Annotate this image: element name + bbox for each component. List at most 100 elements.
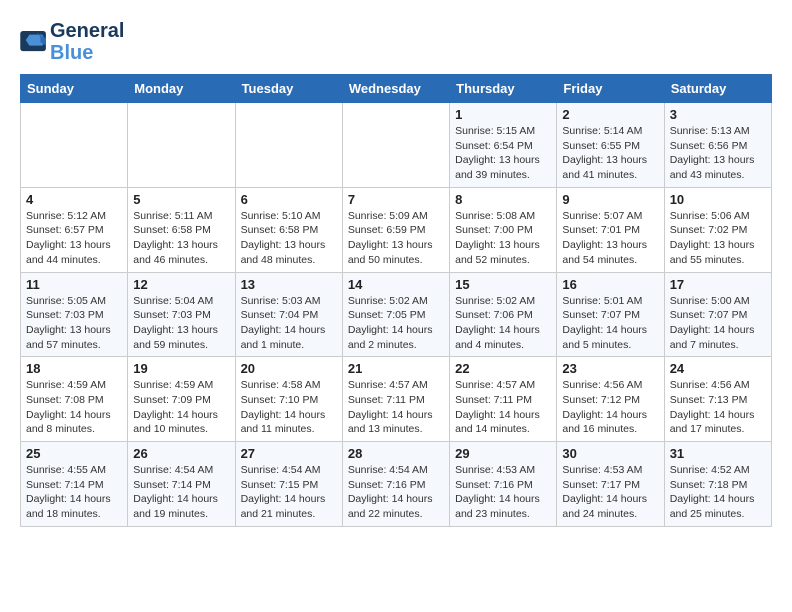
day-number: 4 bbox=[26, 192, 122, 207]
calendar-cell: 26Sunrise: 4:54 AM Sunset: 7:14 PM Dayli… bbox=[128, 442, 235, 527]
day-info: Sunrise: 4:54 AM Sunset: 7:15 PM Dayligh… bbox=[241, 463, 337, 522]
day-number: 2 bbox=[562, 107, 658, 122]
calendar-cell bbox=[235, 103, 342, 188]
calendar-body: 1 Sunrise: 5:15 AM Sunset: 6:54 PM Daylig… bbox=[21, 103, 772, 527]
day-info: Sunrise: 4:59 AM Sunset: 7:08 PM Dayligh… bbox=[26, 378, 122, 437]
day-info: Sunrise: 5:13 AM Sunset: 6:56 PM Dayligh… bbox=[670, 124, 766, 183]
day-info: Sunrise: 4:57 AM Sunset: 7:11 PM Dayligh… bbox=[348, 378, 444, 437]
day-info: Sunrise: 5:05 AM Sunset: 7:03 PM Dayligh… bbox=[26, 294, 122, 353]
calendar-table: SundayMondayTuesdayWednesdayThursdayFrid… bbox=[20, 74, 772, 527]
day-number: 13 bbox=[241, 277, 337, 292]
day-info: Sunrise: 4:53 AM Sunset: 7:17 PM Dayligh… bbox=[562, 463, 658, 522]
day-number: 22 bbox=[455, 361, 551, 376]
day-info: Sunrise: 5:08 AM Sunset: 7:00 PM Dayligh… bbox=[455, 209, 551, 268]
day-number: 24 bbox=[670, 361, 766, 376]
calendar-cell: 12 Sunrise: 5:04 AM Sunset: 7:03 PM Dayli… bbox=[128, 272, 235, 357]
calendar-cell: 20 Sunrise: 4:58 AM Sunset: 7:10 PM Dayli… bbox=[235, 357, 342, 442]
calendar-row: 1 Sunrise: 5:15 AM Sunset: 6:54 PM Daylig… bbox=[21, 103, 772, 188]
day-info: Sunrise: 4:52 AM Sunset: 7:18 PM Dayligh… bbox=[670, 463, 766, 522]
day-number: 6 bbox=[241, 192, 337, 207]
day-number: 1 bbox=[455, 107, 551, 122]
day-number: 15 bbox=[455, 277, 551, 292]
calendar-cell: 3Sunrise: 5:13 AM Sunset: 6:56 PM Daylig… bbox=[664, 103, 771, 188]
day-number: 31 bbox=[670, 446, 766, 461]
day-info: Sunrise: 4:57 AM Sunset: 7:11 PM Dayligh… bbox=[455, 378, 551, 437]
day-number: 26 bbox=[133, 446, 229, 461]
day-info: Sunrise: 5:04 AM Sunset: 7:03 PM Dayligh… bbox=[133, 294, 229, 353]
calendar-cell bbox=[342, 103, 449, 188]
calendar-cell: 17Sunrise: 5:00 AM Sunset: 7:07 PM Dayli… bbox=[664, 272, 771, 357]
day-number: 8 bbox=[455, 192, 551, 207]
calendar-cell: 4 Sunrise: 5:12 AM Sunset: 6:57 PM Daylig… bbox=[21, 187, 128, 272]
day-info: Sunrise: 4:56 AM Sunset: 7:13 PM Dayligh… bbox=[670, 378, 766, 437]
day-number: 30 bbox=[562, 446, 658, 461]
day-number: 18 bbox=[26, 361, 122, 376]
day-info: Sunrise: 4:54 AM Sunset: 7:16 PM Dayligh… bbox=[348, 463, 444, 522]
logo-icon bbox=[20, 31, 48, 53]
calendar-cell: 24 Sunrise: 4:56 AM Sunset: 7:13 PM Dayli… bbox=[664, 357, 771, 442]
calendar-cell: 8 Sunrise: 5:08 AM Sunset: 7:00 PM Daylig… bbox=[450, 187, 557, 272]
day-number: 11 bbox=[26, 277, 122, 292]
day-number: 12 bbox=[133, 277, 229, 292]
day-info: Sunrise: 5:00 AM Sunset: 7:07 PM Dayligh… bbox=[670, 294, 766, 353]
calendar-cell: 10 Sunrise: 5:06 AM Sunset: 7:02 PM Dayli… bbox=[664, 187, 771, 272]
weekday-header-cell: Tuesday bbox=[235, 75, 342, 103]
calendar-cell: 25 Sunrise: 4:55 AM Sunset: 7:14 PM Dayli… bbox=[21, 442, 128, 527]
calendar-cell: 31 Sunrise: 4:52 AM Sunset: 7:18 PM Dayli… bbox=[664, 442, 771, 527]
logo-text-general: General bbox=[50, 20, 124, 42]
day-number: 25 bbox=[26, 446, 122, 461]
day-info: Sunrise: 5:01 AM Sunset: 7:07 PM Dayligh… bbox=[562, 294, 658, 353]
day-info: Sunrise: 5:10 AM Sunset: 6:58 PM Dayligh… bbox=[241, 209, 337, 268]
calendar-cell: 11 Sunrise: 5:05 AM Sunset: 7:03 PM Dayli… bbox=[21, 272, 128, 357]
calendar-cell: 14Sunrise: 5:02 AM Sunset: 7:05 PM Dayli… bbox=[342, 272, 449, 357]
day-info: Sunrise: 4:58 AM Sunset: 7:10 PM Dayligh… bbox=[241, 378, 337, 437]
calendar-cell: 16 Sunrise: 5:01 AM Sunset: 7:07 PM Dayli… bbox=[557, 272, 664, 357]
logo: General Blue bbox=[20, 20, 124, 64]
day-info: Sunrise: 5:03 AM Sunset: 7:04 PM Dayligh… bbox=[241, 294, 337, 353]
calendar-cell bbox=[128, 103, 235, 188]
day-info: Sunrise: 5:09 AM Sunset: 6:59 PM Dayligh… bbox=[348, 209, 444, 268]
day-number: 23 bbox=[562, 361, 658, 376]
calendar-cell bbox=[21, 103, 128, 188]
weekday-header-cell: Monday bbox=[128, 75, 235, 103]
calendar-cell: 28 Sunrise: 4:54 AM Sunset: 7:16 PM Dayli… bbox=[342, 442, 449, 527]
day-info: Sunrise: 5:07 AM Sunset: 7:01 PM Dayligh… bbox=[562, 209, 658, 268]
calendar-cell: 5Sunrise: 5:11 AM Sunset: 6:58 PM Daylig… bbox=[128, 187, 235, 272]
day-number: 21 bbox=[348, 361, 444, 376]
calendar-cell: 1 Sunrise: 5:15 AM Sunset: 6:54 PM Daylig… bbox=[450, 103, 557, 188]
calendar-cell: 15 Sunrise: 5:02 AM Sunset: 7:06 PM Dayli… bbox=[450, 272, 557, 357]
calendar-cell: 27 Sunrise: 4:54 AM Sunset: 7:15 PM Dayli… bbox=[235, 442, 342, 527]
calendar-row: 4 Sunrise: 5:12 AM Sunset: 6:57 PM Daylig… bbox=[21, 187, 772, 272]
day-number: 5 bbox=[133, 192, 229, 207]
calendar-row: 11 Sunrise: 5:05 AM Sunset: 7:03 PM Dayli… bbox=[21, 272, 772, 357]
calendar-cell: 23Sunrise: 4:56 AM Sunset: 7:12 PM Dayli… bbox=[557, 357, 664, 442]
calendar-cell: 29Sunrise: 4:53 AM Sunset: 7:16 PM Dayli… bbox=[450, 442, 557, 527]
day-info: Sunrise: 5:06 AM Sunset: 7:02 PM Dayligh… bbox=[670, 209, 766, 268]
day-number: 9 bbox=[562, 192, 658, 207]
weekday-header-cell: Sunday bbox=[21, 75, 128, 103]
calendar-cell: 19Sunrise: 4:59 AM Sunset: 7:09 PM Dayli… bbox=[128, 357, 235, 442]
calendar-cell: 2Sunrise: 5:14 AM Sunset: 6:55 PM Daylig… bbox=[557, 103, 664, 188]
logo-text-blue: Blue bbox=[50, 42, 124, 64]
calendar-cell: 13 Sunrise: 5:03 AM Sunset: 7:04 PM Dayli… bbox=[235, 272, 342, 357]
day-info: Sunrise: 4:55 AM Sunset: 7:14 PM Dayligh… bbox=[26, 463, 122, 522]
calendar-cell: 7 Sunrise: 5:09 AM Sunset: 6:59 PM Daylig… bbox=[342, 187, 449, 272]
day-number: 10 bbox=[670, 192, 766, 207]
calendar-cell: 9 Sunrise: 5:07 AM Sunset: 7:01 PM Daylig… bbox=[557, 187, 664, 272]
day-number: 27 bbox=[241, 446, 337, 461]
day-info: Sunrise: 5:15 AM Sunset: 6:54 PM Dayligh… bbox=[455, 124, 551, 183]
calendar-cell: 6 Sunrise: 5:10 AM Sunset: 6:58 PM Daylig… bbox=[235, 187, 342, 272]
header: General Blue bbox=[20, 20, 772, 64]
day-number: 16 bbox=[562, 277, 658, 292]
day-number: 19 bbox=[133, 361, 229, 376]
day-info: Sunrise: 5:12 AM Sunset: 6:57 PM Dayligh… bbox=[26, 209, 122, 268]
day-number: 7 bbox=[348, 192, 444, 207]
day-info: Sunrise: 5:02 AM Sunset: 7:06 PM Dayligh… bbox=[455, 294, 551, 353]
day-number: 28 bbox=[348, 446, 444, 461]
calendar-cell: 21 Sunrise: 4:57 AM Sunset: 7:11 PM Dayli… bbox=[342, 357, 449, 442]
calendar-cell: 22 Sunrise: 4:57 AM Sunset: 7:11 PM Dayli… bbox=[450, 357, 557, 442]
weekday-header-cell: Saturday bbox=[664, 75, 771, 103]
weekday-header-cell: Wednesday bbox=[342, 75, 449, 103]
calendar-cell: 30 Sunrise: 4:53 AM Sunset: 7:17 PM Dayli… bbox=[557, 442, 664, 527]
day-number: 20 bbox=[241, 361, 337, 376]
